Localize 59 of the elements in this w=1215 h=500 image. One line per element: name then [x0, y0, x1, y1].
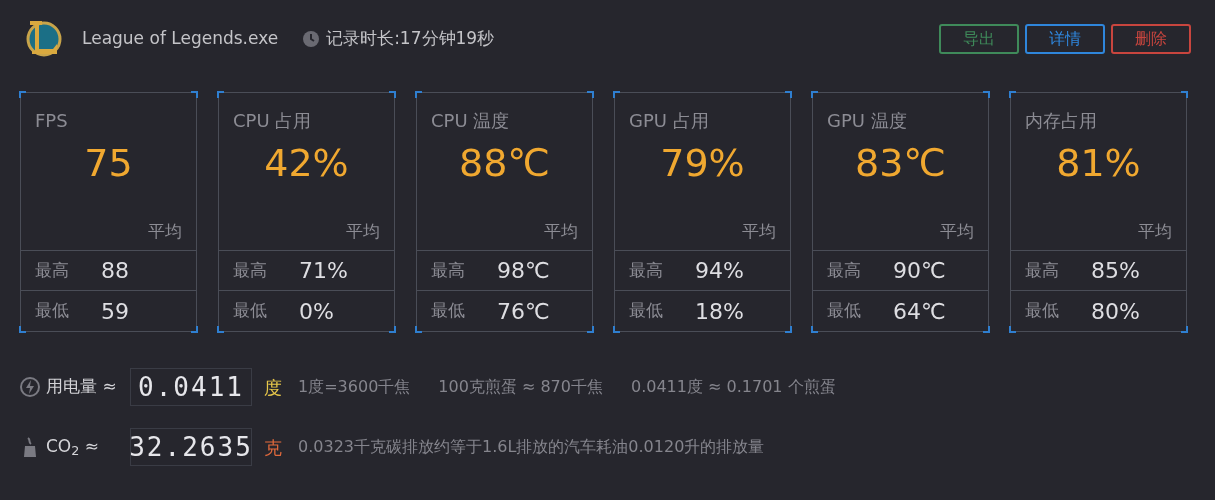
card-title: CPU 温度 — [431, 109, 510, 133]
average-label: 平均 — [742, 219, 776, 243]
average-label: 平均 — [1138, 219, 1172, 243]
min-value: 59 — [101, 297, 129, 326]
max-value: 85% — [1091, 257, 1140, 285]
max-value: 98℃ — [497, 257, 550, 285]
stat-label: 用电量 ≈ — [46, 375, 118, 399]
card-title: GPU 占用 — [629, 109, 709, 133]
min-value: 18% — [695, 297, 744, 326]
stat-label: CO$_{2}$ ≈ — [46, 435, 101, 460]
max-label: 最高 — [827, 258, 862, 282]
card-title: GPU 温度 — [827, 109, 907, 133]
min-label: 最低 — [1025, 299, 1060, 323]
max-label: 最高 — [431, 258, 466, 282]
clock-icon — [302, 30, 321, 48]
average-value: 81% — [1056, 144, 1141, 182]
unit-label: 度 — [264, 375, 282, 400]
note-text: 1度=3600千焦 — [298, 376, 411, 398]
average-value: 75 — [84, 144, 133, 182]
min-label: 最低 — [431, 299, 466, 323]
max-value: 94% — [695, 257, 744, 285]
min-label: 最低 — [233, 299, 268, 323]
average-value: 88℃ — [459, 144, 550, 182]
average-label: 平均 — [544, 219, 578, 243]
lightning-icon — [20, 376, 40, 398]
max-value: 90℃ — [893, 257, 946, 285]
note-text: 0.0411度 ≈ 0.1701 个煎蛋 — [630, 376, 836, 398]
max-label: 最高 — [629, 258, 664, 282]
min-label: 最低 — [35, 299, 70, 323]
max-value: 71% — [299, 257, 348, 285]
min-value: 0% — [299, 297, 334, 326]
average-label: 平均 — [940, 219, 974, 243]
average-value: 79% — [660, 144, 745, 182]
min-value: 76℃ — [497, 297, 550, 326]
max-value: 88 — [101, 257, 129, 285]
card-title: FPS — [35, 109, 68, 133]
recording-duration: 记录时长:17分钟19秒 — [326, 27, 495, 51]
reading-display: 0.0411 — [130, 368, 252, 406]
max-label: 最高 — [35, 258, 70, 282]
average-value: 42% — [264, 144, 349, 182]
unit-label: 克 — [264, 435, 282, 460]
action-button[interactable]: 删除 — [1111, 24, 1191, 54]
min-value: 80% — [1091, 297, 1140, 326]
reading-display: 32.2635 — [130, 428, 252, 466]
action-button[interactable]: 详情 — [1025, 24, 1105, 54]
min-label: 最低 — [827, 299, 862, 323]
note-text: 100克煎蛋 ≈ 870千焦 — [438, 376, 603, 398]
card-title: 内存占用 — [1025, 109, 1097, 133]
action-button[interactable]: 导出 — [939, 24, 1019, 54]
average-value: 83℃ — [855, 144, 946, 182]
card-title: CPU 占用 — [233, 109, 312, 133]
app-name: League of Legends.exe — [82, 27, 279, 51]
max-label: 最高 — [1025, 258, 1060, 282]
max-label: 最高 — [233, 258, 268, 282]
min-value: 64℃ — [893, 297, 946, 326]
min-label: 最低 — [629, 299, 664, 323]
note-text: 0.0323千克碳排放约等于1.6L排放的汽车耗油0.0120升的排放量 — [298, 436, 765, 458]
average-label: 平均 — [346, 219, 380, 243]
average-label: 平均 — [148, 219, 182, 243]
